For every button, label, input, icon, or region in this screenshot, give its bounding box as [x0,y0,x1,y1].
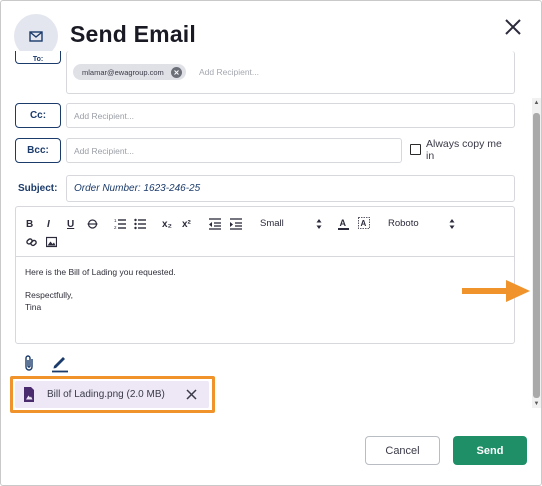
always-copy-label: Always copy me in [426,138,502,162]
bulleted-list-icon[interactable] [134,217,146,231]
paperclip-icon[interactable] [23,353,35,373]
svg-text:2: 2 [114,225,117,230]
insert-image-icon[interactable] [46,235,57,249]
outdent-icon[interactable] [209,217,221,231]
send-email-dialog: Send Email To: mlamar@ewagroup.com Add R… [0,0,542,486]
highlight-color-icon[interactable]: A [358,217,370,231]
cc-input[interactable]: Add Recipient... [66,103,515,128]
link-icon[interactable] [26,235,37,249]
body-line-2: Respectfully, [25,290,74,300]
always-copy-checkbox[interactable] [410,144,421,155]
attachment-chip[interactable]: Bill of Lading.png (2.0 MB) [15,381,209,408]
scrollbar-thumb[interactable] [533,113,540,398]
close-icon[interactable] [501,15,525,39]
bcc-input[interactable]: Add Recipient... [66,138,402,163]
dialog-title: Send Email [70,21,196,47]
bcc-button[interactable]: Bcc: [15,138,61,163]
subject-label: Subject: [18,183,58,194]
font-size-chevron-icon [316,219,322,229]
signature-pen-icon[interactable] [51,353,69,373]
send-button[interactable]: Send [453,436,527,465]
cancel-button[interactable]: Cancel [365,436,440,465]
mail-icon [29,30,43,42]
message-body[interactable]: Here is the Bill of Lading you requested… [25,267,176,313]
to-placeholder: Add Recipient... [199,67,260,77]
svg-text:1: 1 [114,218,117,223]
cc-button[interactable]: Cc: [15,103,61,128]
underline-button[interactable]: U [67,217,74,231]
formatting-toolbar: B I U 1 2 x₂ x² Small A A Roboto [16,207,514,257]
attachment-name: Bill of Lading.png (2.0 MB) [47,389,165,400]
body-line-3: Tina [25,301,42,312]
font-family-select[interactable]: Roboto [388,218,419,229]
svg-text:A: A [340,218,347,228]
bold-button[interactable]: B [26,217,33,231]
remove-recipient-icon[interactable] [170,66,182,78]
subscript-button[interactable]: x₂ [162,217,172,231]
font-family-chevron-icon [449,219,455,229]
remove-attachment-icon[interactable] [186,389,197,400]
scroll-up-icon[interactable]: ▲ [532,98,541,108]
to-button[interactable]: To: [15,51,61,64]
image-file-icon [24,387,34,402]
scroll-down-icon[interactable]: ▼ [532,399,541,409]
svg-text:A: A [361,219,367,228]
subject-input[interactable]: Order Number: 1623-246-25 [66,175,515,202]
font-size-select[interactable]: Small [260,218,284,229]
strikethrough-icon[interactable] [87,217,98,231]
ordered-list-icon[interactable]: 1 2 [114,217,126,231]
text-color-icon[interactable]: A [338,217,349,231]
indent-icon[interactable] [230,217,242,231]
recipient-chip: mlamar@ewagroup.com [73,64,186,80]
superscript-button[interactable]: x² [182,217,191,231]
message-editor: B I U 1 2 x₂ x² Small A A Roboto Here is… [15,206,515,344]
body-line-1: Here is the Bill of Lading you requested… [25,267,176,277]
italic-button[interactable]: I [47,217,50,231]
recipient-email: mlamar@ewagroup.com [82,67,164,77]
orange-arrow-icon [462,280,530,302]
